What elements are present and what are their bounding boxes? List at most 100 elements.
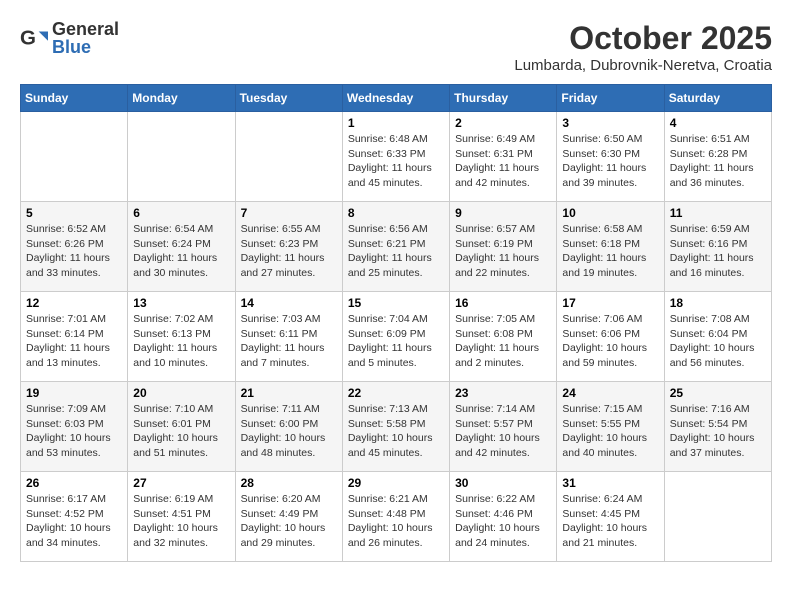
- day-info: Sunrise: 6:51 AM Sunset: 6:28 PM Dayligh…: [670, 132, 766, 191]
- day-info: Sunrise: 7:04 AM Sunset: 6:09 PM Dayligh…: [348, 312, 444, 371]
- day-info: Sunrise: 6:24 AM Sunset: 4:45 PM Dayligh…: [562, 492, 658, 551]
- weekday-header-thursday: Thursday: [450, 85, 557, 112]
- weekday-header-tuesday: Tuesday: [235, 85, 342, 112]
- day-number: 16: [455, 296, 551, 310]
- day-info: Sunrise: 7:15 AM Sunset: 5:55 PM Dayligh…: [562, 402, 658, 461]
- day-number: 24: [562, 386, 658, 400]
- calendar-day-cell: 26 Sunrise: 6:17 AM Sunset: 4:52 PM Dayli…: [21, 472, 128, 562]
- day-number: 26: [26, 476, 122, 490]
- day-info: Sunrise: 6:19 AM Sunset: 4:51 PM Dayligh…: [133, 492, 229, 551]
- calendar-day-cell: 13 Sunrise: 7:02 AM Sunset: 6:13 PM Dayli…: [128, 292, 235, 382]
- day-info: Sunrise: 7:01 AM Sunset: 6:14 PM Dayligh…: [26, 312, 122, 371]
- day-number: 19: [26, 386, 122, 400]
- day-number: 29: [348, 476, 444, 490]
- calendar-day-cell: 31 Sunrise: 6:24 AM Sunset: 4:45 PM Dayli…: [557, 472, 664, 562]
- day-number: 18: [670, 296, 766, 310]
- weekday-header-monday: Monday: [128, 85, 235, 112]
- calendar-day-cell: 21 Sunrise: 7:11 AM Sunset: 6:00 PM Dayli…: [235, 382, 342, 472]
- calendar-day-cell: 20 Sunrise: 7:10 AM Sunset: 6:01 PM Dayli…: [128, 382, 235, 472]
- day-number: 13: [133, 296, 229, 310]
- logo-blue: Blue: [52, 38, 119, 56]
- day-number: 15: [348, 296, 444, 310]
- calendar-day-cell: 28 Sunrise: 6:20 AM Sunset: 4:49 PM Dayli…: [235, 472, 342, 562]
- weekday-header-sunday: Sunday: [21, 85, 128, 112]
- day-info: Sunrise: 6:21 AM Sunset: 4:48 PM Dayligh…: [348, 492, 444, 551]
- day-number: 23: [455, 386, 551, 400]
- day-info: Sunrise: 7:09 AM Sunset: 6:03 PM Dayligh…: [26, 402, 122, 461]
- calendar-week-row: 26 Sunrise: 6:17 AM Sunset: 4:52 PM Dayli…: [21, 472, 772, 562]
- calendar-day-cell: 19 Sunrise: 7:09 AM Sunset: 6:03 PM Dayli…: [21, 382, 128, 472]
- weekday-header-wednesday: Wednesday: [342, 85, 449, 112]
- day-number: 14: [241, 296, 337, 310]
- day-number: 2: [455, 116, 551, 130]
- day-info: Sunrise: 7:02 AM Sunset: 6:13 PM Dayligh…: [133, 312, 229, 371]
- day-number: 5: [26, 206, 122, 220]
- calendar-day-cell: 24 Sunrise: 7:15 AM Sunset: 5:55 PM Dayli…: [557, 382, 664, 472]
- day-info: Sunrise: 6:57 AM Sunset: 6:19 PM Dayligh…: [455, 222, 551, 281]
- logo-text: General Blue: [52, 20, 119, 56]
- day-number: 21: [241, 386, 337, 400]
- calendar-day-cell: 6Sunrise: 6:54 AM Sunset: 6:24 PM Daylig…: [128, 202, 235, 292]
- day-info: Sunrise: 7:03 AM Sunset: 6:11 PM Dayligh…: [241, 312, 337, 371]
- calendar-day-cell: 22Sunrise: 7:13 AM Sunset: 5:58 PM Dayli…: [342, 382, 449, 472]
- calendar-day-cell: 9Sunrise: 6:57 AM Sunset: 6:19 PM Daylig…: [450, 202, 557, 292]
- calendar-day-cell: 3Sunrise: 6:50 AM Sunset: 6:30 PM Daylig…: [557, 112, 664, 202]
- calendar-day-cell: 1 Sunrise: 6:48 AM Sunset: 6:33 PM Daylig…: [342, 112, 449, 202]
- weekday-header-saturday: Saturday: [664, 85, 771, 112]
- logo: G General Blue: [20, 20, 119, 56]
- logo-general: General: [52, 20, 119, 38]
- day-number: 12: [26, 296, 122, 310]
- calendar-week-row: 1 Sunrise: 6:48 AM Sunset: 6:33 PM Daylig…: [21, 112, 772, 202]
- calendar-day-cell: 5 Sunrise: 6:52 AM Sunset: 6:26 PM Daylig…: [21, 202, 128, 292]
- calendar-day-cell: 7 Sunrise: 6:55 AM Sunset: 6:23 PM Daylig…: [235, 202, 342, 292]
- day-info: Sunrise: 7:05 AM Sunset: 6:08 PM Dayligh…: [455, 312, 551, 371]
- day-number: 31: [562, 476, 658, 490]
- day-info: Sunrise: 6:54 AM Sunset: 6:24 PM Dayligh…: [133, 222, 229, 281]
- day-number: 7: [241, 206, 337, 220]
- calendar-week-row: 12 Sunrise: 7:01 AM Sunset: 6:14 PM Dayli…: [21, 292, 772, 382]
- calendar-day-cell: 15 Sunrise: 7:04 AM Sunset: 6:09 PM Dayli…: [342, 292, 449, 382]
- calendar-week-row: 5 Sunrise: 6:52 AM Sunset: 6:26 PM Daylig…: [21, 202, 772, 292]
- day-number: 1: [348, 116, 444, 130]
- logo-icon: G: [20, 24, 48, 52]
- calendar-subtitle: Lumbarda, Dubrovnik-Neretva, Croatia: [514, 57, 772, 74]
- calendar-day-cell: 4 Sunrise: 6:51 AM Sunset: 6:28 PM Daylig…: [664, 112, 771, 202]
- day-info: Sunrise: 7:11 AM Sunset: 6:00 PM Dayligh…: [241, 402, 337, 461]
- calendar-day-cell: 14 Sunrise: 7:03 AM Sunset: 6:11 PM Dayli…: [235, 292, 342, 382]
- day-info: Sunrise: 7:08 AM Sunset: 6:04 PM Dayligh…: [670, 312, 766, 371]
- calendar-day-cell: 11Sunrise: 6:59 AM Sunset: 6:16 PM Dayli…: [664, 202, 771, 292]
- weekday-header-row: SundayMondayTuesdayWednesdayThursdayFrid…: [21, 85, 772, 112]
- day-info: Sunrise: 6:52 AM Sunset: 6:26 PM Dayligh…: [26, 222, 122, 281]
- calendar-day-cell: 12 Sunrise: 7:01 AM Sunset: 6:14 PM Dayli…: [21, 292, 128, 382]
- calendar-empty-cell: [21, 112, 128, 202]
- calendar-week-row: 19 Sunrise: 7:09 AM Sunset: 6:03 PM Dayli…: [21, 382, 772, 472]
- day-info: Sunrise: 6:56 AM Sunset: 6:21 PM Dayligh…: [348, 222, 444, 281]
- calendar-day-cell: 30Sunrise: 6:22 AM Sunset: 4:46 PM Dayli…: [450, 472, 557, 562]
- calendar-day-cell: 25 Sunrise: 7:16 AM Sunset: 5:54 PM Dayli…: [664, 382, 771, 472]
- day-info: Sunrise: 7:10 AM Sunset: 6:01 PM Dayligh…: [133, 402, 229, 461]
- calendar-table: SundayMondayTuesdayWednesdayThursdayFrid…: [20, 84, 772, 562]
- svg-text:G: G: [20, 27, 36, 50]
- day-number: 30: [455, 476, 551, 490]
- day-info: Sunrise: 6:20 AM Sunset: 4:49 PM Dayligh…: [241, 492, 337, 551]
- day-info: Sunrise: 6:17 AM Sunset: 4:52 PM Dayligh…: [26, 492, 122, 551]
- calendar-day-cell: 8 Sunrise: 6:56 AM Sunset: 6:21 PM Daylig…: [342, 202, 449, 292]
- weekday-header-friday: Friday: [557, 85, 664, 112]
- day-info: Sunrise: 6:48 AM Sunset: 6:33 PM Dayligh…: [348, 132, 444, 191]
- day-number: 25: [670, 386, 766, 400]
- title-block: October 2025 Lumbarda, Dubrovnik-Neretva…: [514, 20, 772, 74]
- day-info: Sunrise: 7:16 AM Sunset: 5:54 PM Dayligh…: [670, 402, 766, 461]
- day-number: 4: [670, 116, 766, 130]
- calendar-empty-cell: [664, 472, 771, 562]
- day-info: Sunrise: 6:58 AM Sunset: 6:18 PM Dayligh…: [562, 222, 658, 281]
- day-number: 28: [241, 476, 337, 490]
- day-number: 8: [348, 206, 444, 220]
- calendar-day-cell: 23 Sunrise: 7:14 AM Sunset: 5:57 PM Dayli…: [450, 382, 557, 472]
- day-info: Sunrise: 6:55 AM Sunset: 6:23 PM Dayligh…: [241, 222, 337, 281]
- day-number: 3: [562, 116, 658, 130]
- day-number: 10: [562, 206, 658, 220]
- day-number: 11: [670, 206, 766, 220]
- day-info: Sunrise: 6:49 AM Sunset: 6:31 PM Dayligh…: [455, 132, 551, 191]
- day-info: Sunrise: 7:14 AM Sunset: 5:57 PM Dayligh…: [455, 402, 551, 461]
- day-number: 20: [133, 386, 229, 400]
